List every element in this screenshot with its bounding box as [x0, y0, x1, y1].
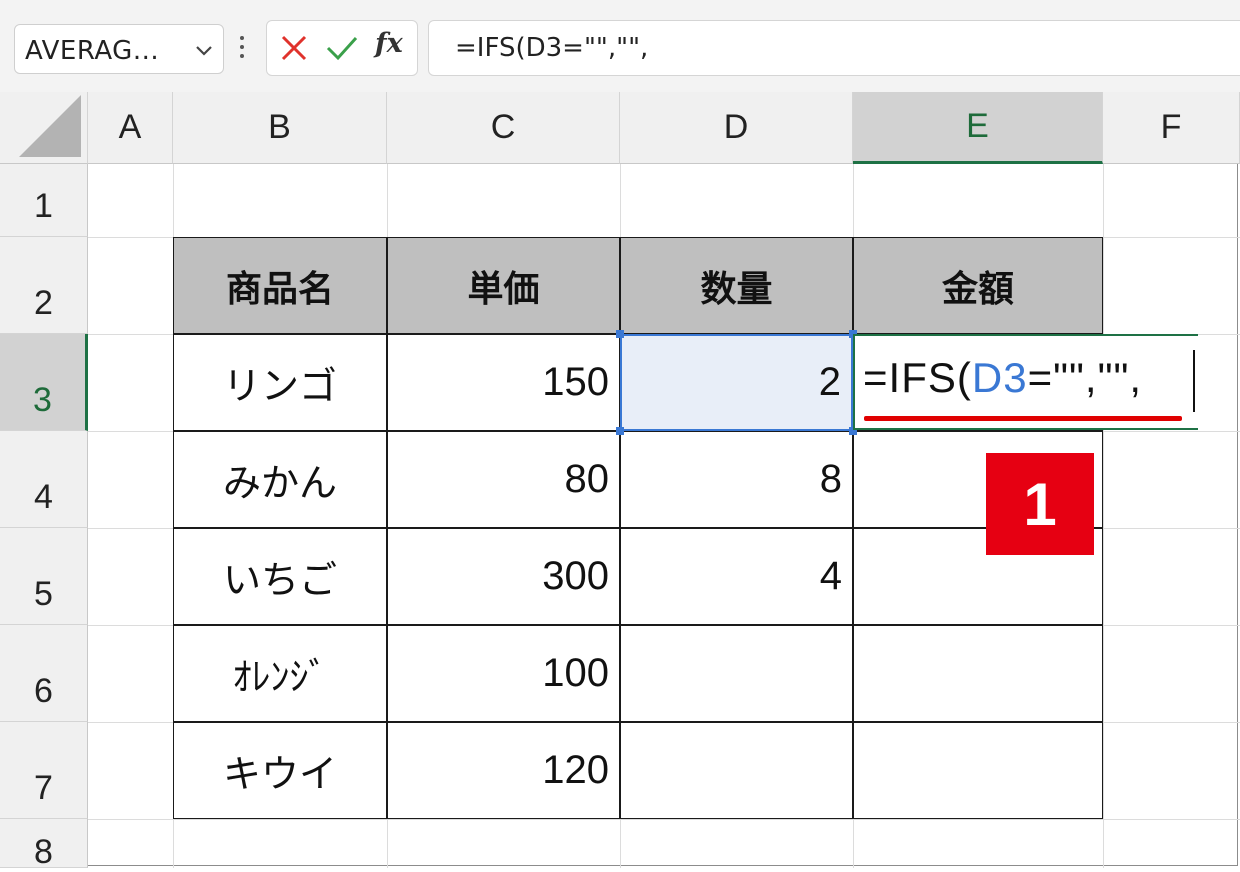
chevron-down-icon[interactable]	[193, 39, 215, 61]
gridline	[88, 819, 1240, 820]
formula-prefix: =IFS(	[863, 354, 972, 401]
column-header-f[interactable]: F	[1103, 92, 1240, 164]
name-box[interactable]: AVERAG...	[14, 24, 224, 74]
header-cell-quantity[interactable]: 数量	[620, 237, 853, 334]
cell-b5[interactable]: いちご	[173, 528, 387, 625]
row-header-3[interactable]: 3	[0, 334, 88, 431]
text-caret	[1193, 350, 1195, 412]
cell-e7[interactable]	[853, 722, 1103, 819]
cell-d3[interactable]: 2	[620, 334, 853, 431]
formula-text[interactable]: =IFS(D3="","",	[455, 33, 648, 63]
cell-d7[interactable]	[620, 722, 853, 819]
select-all-corner[interactable]	[0, 92, 88, 164]
header-cell-product[interactable]: 商品名	[173, 237, 387, 334]
annotation-underline	[864, 416, 1182, 421]
cell-b6[interactable]: ｵﾚﾝｼﾞ	[173, 625, 387, 722]
cell-d4[interactable]: 8	[620, 431, 853, 528]
row-header-2[interactable]: 2	[0, 237, 88, 334]
reference-handle[interactable]	[616, 427, 624, 435]
cell-d6[interactable]	[620, 625, 853, 722]
cell-e6[interactable]	[853, 625, 1103, 722]
cell-c7[interactable]: 120	[387, 722, 620, 819]
more-options-icon[interactable]	[238, 36, 246, 62]
insert-function-button[interactable]: fx	[375, 28, 403, 59]
row-header-7[interactable]: 7	[0, 722, 88, 819]
column-header-b[interactable]: B	[173, 92, 387, 164]
column-header-c[interactable]: C	[387, 92, 620, 164]
formula-bar: AVERAG... fx =IFS(D3="","",	[0, 0, 1240, 92]
column-header-d[interactable]: D	[620, 92, 853, 164]
formula-buttons: fx	[266, 20, 418, 76]
formula-input[interactable]: =IFS(D3="","",	[428, 20, 1240, 76]
row-header-8[interactable]: 8	[0, 819, 88, 871]
cell-d5[interactable]: 4	[620, 528, 853, 625]
formula-reference: D3	[971, 354, 1028, 401]
cell-b3[interactable]: リンゴ	[173, 334, 387, 431]
row-header-5[interactable]: 5	[0, 528, 88, 625]
cell-c4[interactable]: 80	[387, 431, 620, 528]
name-box-value: AVERAG...	[25, 36, 160, 66]
cell-c6[interactable]: 100	[387, 625, 620, 722]
checkmark-icon[interactable]	[325, 33, 359, 63]
annotation-badge: 1	[986, 453, 1094, 555]
cell-c5[interactable]: 300	[387, 528, 620, 625]
cell-b7[interactable]: キウイ	[173, 722, 387, 819]
row-header-4[interactable]: 4	[0, 431, 88, 528]
cell-b4[interactable]: みかん	[173, 431, 387, 528]
header-cell-amount[interactable]: 金額	[853, 237, 1103, 334]
formula-suffix: ="","",	[1027, 354, 1143, 401]
row-header-6[interactable]: 6	[0, 625, 88, 722]
in-cell-formula[interactable]: =IFS(D3="","",	[863, 354, 1142, 402]
column-header-a[interactable]: A	[88, 92, 173, 164]
row-header-1[interactable]: 1	[0, 164, 88, 237]
cell-c3[interactable]: 150	[387, 334, 620, 431]
reference-handle[interactable]	[616, 330, 624, 338]
column-header-e[interactable]: E	[853, 92, 1103, 164]
gridline	[1103, 164, 1104, 868]
header-cell-price[interactable]: 単価	[387, 237, 620, 334]
close-icon[interactable]	[279, 33, 309, 63]
